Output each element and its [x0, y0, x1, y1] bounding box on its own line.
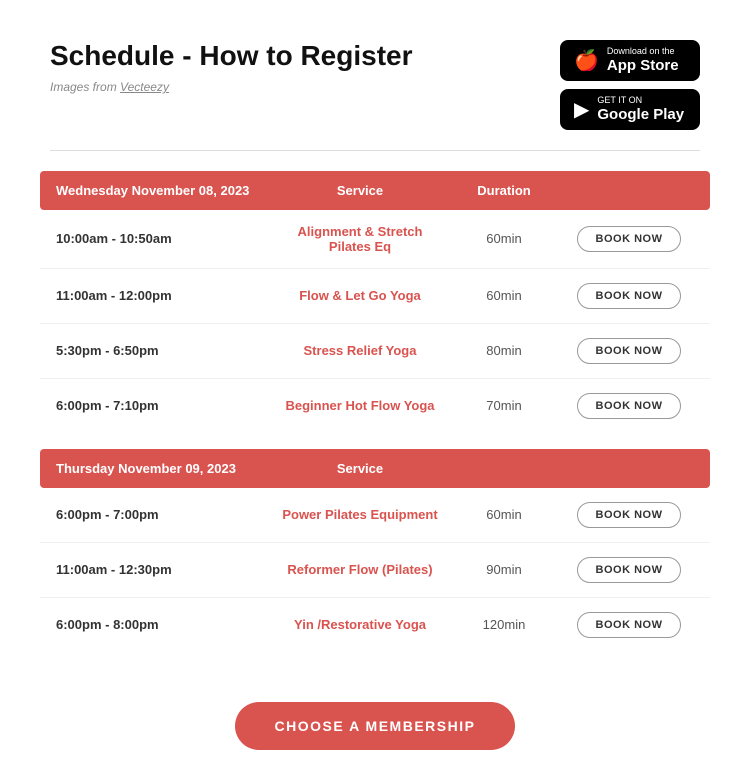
book-now-button[interactable]: BOOK NOW — [577, 226, 682, 252]
class-time: 6:00pm - 8:00pm — [56, 617, 276, 632]
googleplay-badge[interactable]: ▶ GET IT ON Google Play — [560, 89, 700, 130]
appstore-badge[interactable]: 🍎 Download on the App Store — [560, 40, 700, 81]
col-duration-label-wed: Duration — [444, 183, 564, 198]
book-now-button[interactable]: BOOK NOW — [577, 502, 682, 528]
class-time: 6:00pm - 7:10pm — [56, 398, 276, 413]
table-row: 11:00am - 12:30pm Reformer Flow (Pilates… — [40, 543, 710, 598]
header-left: Schedule - How to Register Images from V… — [50, 40, 413, 94]
appstore-text: Download on the App Store — [607, 46, 679, 75]
section-gap — [40, 433, 710, 449]
table-row: 6:00pm - 8:00pm Yin /Restorative Yoga 12… — [40, 598, 710, 652]
class-time: 6:00pm - 7:00pm — [56, 507, 276, 522]
table-row: 6:00pm - 7:10pm Beginner Hot Flow Yoga 7… — [40, 379, 710, 433]
book-now-button[interactable]: BOOK NOW — [577, 283, 682, 309]
class-service: Flow & Let Go Yoga — [276, 288, 444, 303]
col-service-label-wed: Service — [276, 183, 444, 198]
class-service: Beginner Hot Flow Yoga — [276, 398, 444, 413]
book-cell: BOOK NOW — [564, 502, 694, 528]
day-title-wednesday: Wednesday November 08, 2023 — [56, 183, 276, 198]
book-cell: BOOK NOW — [564, 557, 694, 583]
table-row: 6:00pm - 7:00pm Power Pilates Equipment … — [40, 488, 710, 543]
table-row: 10:00am - 10:50am Alignment & Stretch Pi… — [40, 210, 710, 269]
class-duration: 120min — [444, 617, 564, 632]
attribution-link[interactable]: Vecteezy — [120, 80, 169, 94]
apple-icon: 🍎 — [574, 48, 599, 73]
page-title: Schedule - How to Register — [50, 40, 413, 72]
class-duration: 70min — [444, 398, 564, 413]
day-title-thursday: Thursday November 09, 2023 — [56, 461, 276, 476]
day-header-thursday: Thursday November 09, 2023 Service — [40, 449, 710, 488]
class-time: 5:30pm - 6:50pm — [56, 343, 276, 358]
book-now-button[interactable]: BOOK NOW — [577, 557, 682, 583]
col-service-label-thu: Service — [276, 461, 444, 476]
page-header: Schedule - How to Register Images from V… — [0, 0, 750, 150]
class-service: Reformer Flow (Pilates) — [276, 562, 444, 577]
class-time: 11:00am - 12:00pm — [56, 288, 276, 303]
book-cell: BOOK NOW — [564, 283, 694, 309]
class-service: Yin /Restorative Yoga — [276, 617, 444, 632]
play-icon: ▶ — [574, 97, 589, 122]
book-now-button[interactable]: BOOK NOW — [577, 338, 682, 364]
book-cell: BOOK NOW — [564, 612, 694, 638]
day-header-wednesday: Wednesday November 08, 2023 Service Dura… — [40, 171, 710, 210]
schedule-container: Wednesday November 08, 2023 Service Dura… — [0, 151, 750, 682]
wednesday-classes: 10:00am - 10:50am Alignment & Stretch Pi… — [40, 210, 710, 433]
choose-membership-button[interactable]: CHOOSE A MEMBERSHIP — [235, 702, 516, 750]
table-row: 11:00am - 12:00pm Flow & Let Go Yoga 60m… — [40, 269, 710, 324]
class-duration: 60min — [444, 507, 564, 522]
cta-container: CHOOSE A MEMBERSHIP — [0, 682, 750, 780]
class-service: Alignment & Stretch Pilates Eq — [276, 224, 444, 254]
table-row: 5:30pm - 6:50pm Stress Relief Yoga 80min… — [40, 324, 710, 379]
book-now-button[interactable]: BOOK NOW — [577, 393, 682, 419]
class-duration: 90min — [444, 562, 564, 577]
class-duration: 60min — [444, 288, 564, 303]
class-time: 11:00am - 12:30pm — [56, 562, 276, 577]
book-cell: BOOK NOW — [564, 226, 694, 252]
class-duration: 80min — [444, 343, 564, 358]
googleplay-text: GET IT ON Google Play — [597, 95, 684, 124]
book-cell: BOOK NOW — [564, 393, 694, 419]
attribution: Images from Vecteezy — [50, 80, 413, 94]
header-right: 🍎 Download on the App Store ▶ GET IT ON … — [560, 40, 700, 130]
class-service: Stress Relief Yoga — [276, 343, 444, 358]
thursday-classes: 6:00pm - 7:00pm Power Pilates Equipment … — [40, 488, 710, 652]
class-time: 10:00am - 10:50am — [56, 231, 276, 246]
col-duration-label-thu — [444, 461, 564, 476]
book-now-button[interactable]: BOOK NOW — [577, 612, 682, 638]
class-service: Power Pilates Equipment — [276, 507, 444, 522]
class-duration: 60min — [444, 231, 564, 246]
book-cell: BOOK NOW — [564, 338, 694, 364]
